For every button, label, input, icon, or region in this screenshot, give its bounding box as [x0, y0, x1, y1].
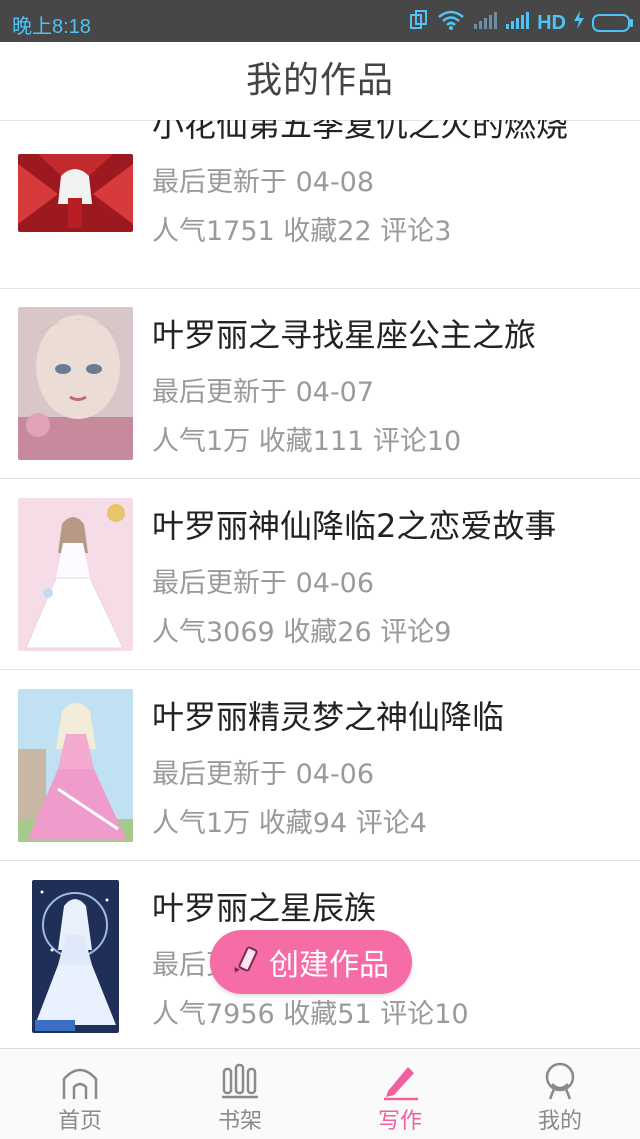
page-title: 我的作品: [245, 60, 394, 101]
tab-writing[interactable]: 写作: [320, 1049, 480, 1139]
work-stats: 人气7956 收藏51 评论10: [152, 999, 469, 1030]
work-thumbnail: [18, 498, 133, 651]
work-updated: 最后更新于 04-06: [152, 759, 375, 790]
pencil-icon: [380, 1059, 420, 1103]
work-title[interactable]: 叶罗丽之寻找星座公主之旅: [152, 310, 630, 356]
charging-icon: [574, 11, 584, 35]
work-thumbnail: [32, 880, 119, 1033]
work-title[interactable]: 小花仙第五季复仇之火的燃烧: [152, 120, 630, 146]
battery-icon: [592, 14, 633, 32]
work-thumbnail: [18, 307, 133, 460]
work-title[interactable]: 叶罗丽之星辰族: [152, 883, 630, 929]
work-stats: 人气3069 收藏26 评论9: [152, 617, 452, 648]
work-title[interactable]: 叶罗丽神仙降临2之恋爱故事: [152, 501, 630, 547]
work-stats: 人气1万 收藏94 评论4: [152, 808, 427, 839]
work-updated: 最后更新于 04-07: [152, 377, 375, 408]
tab-label: 写作: [377, 1109, 422, 1134]
list-item[interactable]: 叶罗丽之寻找星座公主之旅 最后更新于 04-07 人气1万 收藏111 评论10: [0, 288, 640, 479]
tab-label: 首页: [57, 1109, 102, 1134]
profile-icon: [540, 1059, 580, 1103]
status-bar: 晚上8:18 HD: [0, 0, 640, 42]
home-icon: [60, 1059, 100, 1103]
signal-icon: [473, 10, 498, 36]
list-item[interactable]: 叶罗丽神仙降临2之恋爱故事 最后更新于 04-06 人气3069 收藏26 评论…: [0, 479, 640, 670]
work-updated: 最后更新于 04-06: [152, 568, 375, 599]
create-work-label: 创建作品: [269, 948, 389, 983]
work-thumbnail: [18, 689, 133, 842]
tab-label: 我的: [537, 1109, 582, 1134]
list-item[interactable]: 叶罗丽精灵梦之神仙降临 最后更新于 04-06 人气1万 收藏94 评论4: [0, 670, 640, 861]
tab-home[interactable]: 首页: [0, 1049, 160, 1139]
bottom-tab-bar: 首页 书架 写作 我的: [0, 1048, 640, 1139]
work-updated: 最后更新于 04-08: [152, 167, 375, 198]
header: 我的作品: [0, 42, 640, 121]
work-thumbnail: [18, 154, 133, 232]
work-stats: 人气1751 收藏22 评论3: [152, 216, 452, 247]
signal-icon: [505, 10, 530, 36]
work-title[interactable]: 叶罗丽精灵梦之神仙降临: [152, 692, 630, 738]
pencil-icon: [233, 945, 263, 979]
tab-bookshelf[interactable]: 书架: [160, 1049, 320, 1139]
bookshelf-icon: [220, 1059, 260, 1103]
sim-swap-icon: [409, 9, 429, 37]
work-stats: 人气1万 收藏111 评论10: [152, 426, 462, 457]
wifi-icon: [437, 9, 465, 37]
status-time: 晚上8:18: [12, 16, 91, 38]
list-item[interactable]: 小花仙第五季复仇之火的燃烧 最后更新于 04-08 人气1751 收藏22 评论…: [0, 120, 640, 289]
works-list[interactable]: 小花仙第五季复仇之火的燃烧 最后更新于 04-08 人气1751 收藏22 评论…: [0, 120, 640, 1048]
create-work-button[interactable]: 创建作品: [210, 930, 412, 994]
tab-mine[interactable]: 我的: [480, 1049, 640, 1139]
network-type: HD: [537, 11, 566, 34]
tab-label: 书架: [217, 1109, 262, 1134]
